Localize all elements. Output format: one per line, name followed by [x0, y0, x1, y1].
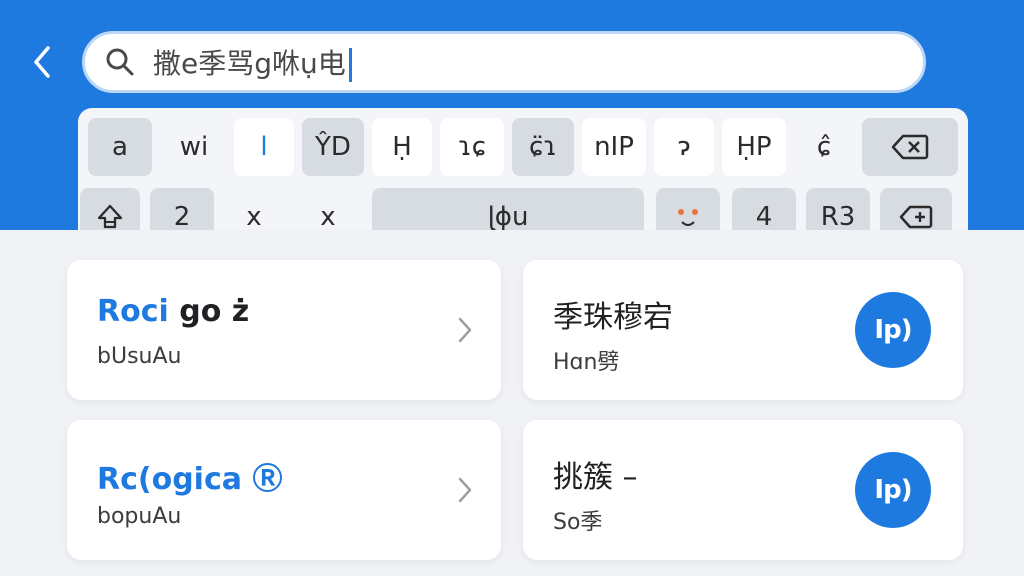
backspace-button[interactable] — [862, 118, 958, 176]
keyboard: a wi l ŶD Ḥ ɿɕ ɕ̈ɿ nIP ɂ ḤP ɕ̂ 2 x x ɭɸu… — [78, 108, 968, 230]
card-title-highlight: Roci — [97, 294, 169, 329]
key-4[interactable]: 4 — [732, 188, 796, 230]
key-label: ɿɕ — [457, 132, 487, 162]
key-l[interactable]: l — [234, 118, 294, 176]
key-label: ɕ̂ — [816, 132, 832, 162]
key-2[interactable]: 2 — [150, 188, 214, 230]
search-bar[interactable]: 撒e季骂g咻ụ电 — [82, 31, 926, 93]
result-card-3[interactable]: Rc(ogica Ⓡ bopuAu — [67, 420, 501, 560]
key-label: R3 — [820, 202, 856, 230]
card-title-rest: go ż — [179, 294, 250, 329]
key-label: Ḥ — [392, 132, 412, 162]
chevron-right-icon — [458, 317, 472, 343]
key-x-1[interactable]: x — [224, 188, 284, 230]
key-label: wi — [179, 132, 209, 162]
key-x-2[interactable]: x — [298, 188, 358, 230]
card-title: 挑簇 – — [553, 460, 638, 495]
card-title: 季珠穆宕 — [553, 300, 673, 335]
shift-icon — [97, 204, 123, 229]
key-label: a — [112, 132, 128, 162]
result-card-1[interactable]: Roci go ż bUsuAu — [67, 260, 501, 400]
card-subtitle: So季 — [553, 510, 603, 535]
key-label: ɂ — [677, 132, 691, 162]
key-label: 2 — [173, 202, 191, 230]
chevron-right-icon — [458, 477, 472, 503]
key-r3[interactable]: R3 — [806, 188, 870, 230]
result-card-2[interactable]: 季珠穆宕 Hɑn劈 Ip) — [523, 260, 963, 400]
card-subtitle: Hɑn劈 — [553, 350, 620, 375]
key-label: nIP — [594, 132, 634, 162]
audio-play-button[interactable]: Ip) — [855, 452, 931, 528]
key-rc[interactable]: ɿɕ — [440, 118, 504, 176]
search-icon — [105, 46, 137, 78]
key-label: ɭɸu — [487, 202, 529, 230]
key-hp[interactable]: ḤP — [722, 118, 786, 176]
key-h[interactable]: Ḥ — [372, 118, 432, 176]
key-nip[interactable]: nIP — [582, 118, 646, 176]
back-button[interactable] — [26, 42, 58, 82]
key-a[interactable]: a — [88, 118, 152, 176]
card-subtitle: bopuAu — [97, 504, 182, 529]
shift-key[interactable] — [80, 188, 140, 230]
backspace-icon — [891, 134, 929, 160]
text-caret — [348, 48, 352, 82]
card-title-rest: Ⓡ — [252, 462, 283, 497]
space-key[interactable]: ɭɸu — [372, 188, 644, 230]
card-title: Rc(ogica Ⓡ — [97, 454, 282, 498]
key-label: x — [320, 202, 336, 230]
key-label: ɕ̈ɿ — [528, 132, 558, 162]
key-wi[interactable]: wi — [162, 118, 226, 176]
key-label: ḤP — [736, 132, 772, 162]
emoji-icon — [678, 209, 698, 226]
result-card-4[interactable]: 挑簇 – So季 Ip) — [523, 420, 963, 560]
backspace-icon — [899, 205, 933, 229]
card-subtitle: bUsuAu — [97, 344, 182, 369]
card-title: Roci go ż — [97, 294, 249, 329]
card-title-highlight: Rc(ogica — [97, 462, 242, 497]
audio-icon: Ip) — [874, 315, 912, 345]
key-label: x — [246, 202, 262, 230]
key-yd[interactable]: ŶD — [302, 118, 364, 176]
key-label: 4 — [755, 202, 773, 230]
key-label: ŶD — [315, 132, 351, 162]
audio-icon: Ip) — [874, 475, 912, 505]
key-glottal[interactable]: ɂ — [654, 118, 714, 176]
audio-play-button[interactable]: Ip) — [855, 292, 931, 368]
search-input[interactable]: 撒e季骂g咻ụ电 — [153, 42, 352, 82]
search-query: 撒e季骂g咻ụ电 — [153, 47, 346, 80]
emoji-key[interactable] — [656, 188, 720, 230]
key-c-hat[interactable]: ɕ̂ — [794, 118, 854, 176]
key-cr[interactable]: ɕ̈ɿ — [512, 118, 574, 176]
delete-key[interactable] — [880, 188, 952, 230]
key-label: l — [260, 132, 268, 162]
chevron-left-icon — [34, 46, 50, 78]
